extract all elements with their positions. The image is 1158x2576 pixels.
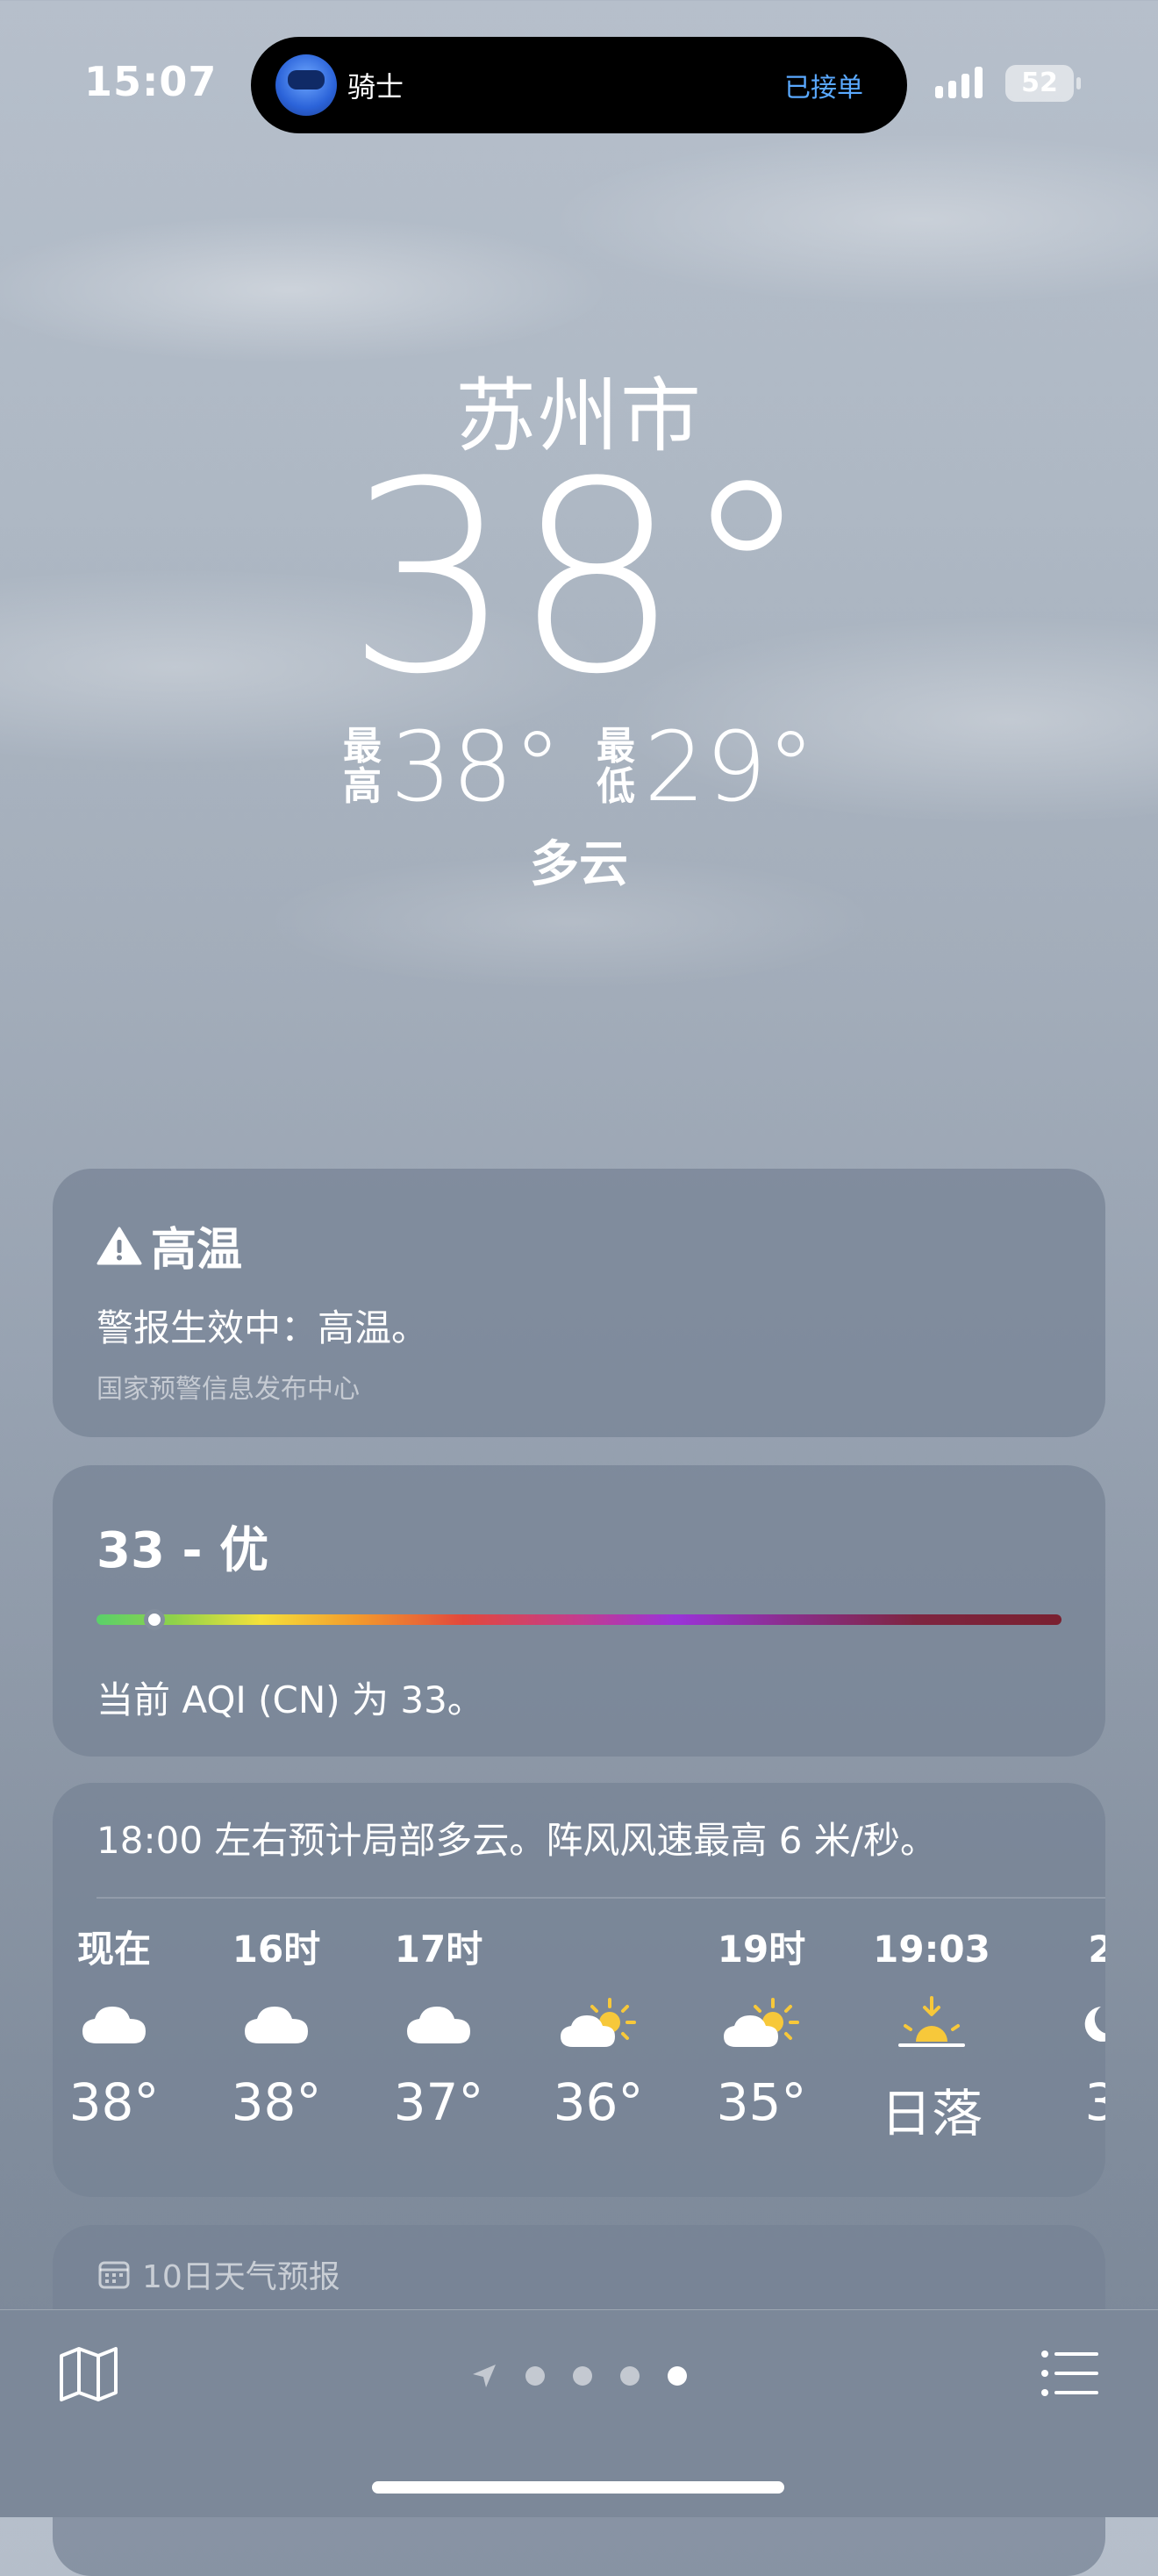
hourly-item: 19时 35° (683, 1914, 840, 2132)
hourly-time-label: 19时 (717, 1928, 806, 1971)
hourly-item: 16时 38° (197, 1914, 355, 2132)
high-label: 最高 (343, 724, 382, 809)
page-dot[interactable] (668, 2366, 687, 2386)
hourly-time-label (519, 1923, 677, 1976)
battery-level: 52 (1021, 68, 1058, 98)
page-dot[interactable] (620, 2366, 640, 2386)
hourly-summary: 18:00 左右预计局部多云。阵风风速最高 6 米/秒。 (96, 1819, 937, 1862)
hourly-item: 23 (1022, 1914, 1105, 2132)
cloud-icon (197, 1976, 355, 2072)
warning-icon (96, 1227, 142, 1264)
hourly-temperature: 38° (231, 2072, 322, 2132)
aqi-indicator-dot (144, 1609, 165, 1630)
current-temperature: 38° (346, 426, 812, 732)
aqi-value: 33 - 优 (96, 1522, 269, 1579)
live-activity-status: 已接单 (784, 73, 863, 104)
hourly-temperature: 3 (1084, 2072, 1105, 2132)
alert-title: 高温 (151, 1224, 243, 1277)
aqi-description: 当前 AQI (CN) 为 33。 (96, 1678, 484, 1721)
hourly-temperature: 日落 (880, 2084, 983, 2143)
hourly-time-label: 现在 (76, 1928, 151, 1971)
air-quality-card[interactable]: 33 - 优 当前 AQI (CN) 为 33。 (53, 1465, 1105, 1757)
aqi-scale-bar (96, 1614, 1062, 1625)
high-temperature: 38° (390, 711, 561, 823)
dynamic-island-live-activity[interactable]: 骑士 已接单 (251, 37, 907, 133)
hourly-item: 36° (519, 1914, 677, 2132)
page-dot[interactable] (573, 2366, 592, 2386)
alert-message: 警报生效中：高温。 (96, 1306, 429, 1349)
hourly-time-label: 19:03 (873, 1928, 990, 1971)
moon-icon (1022, 1976, 1105, 2072)
hourly-time-label: 2 (1088, 1928, 1105, 1971)
hourly-temperature: 36° (553, 2072, 644, 2132)
cloud-icon (360, 1976, 518, 2072)
location-arrow-icon (473, 2365, 496, 2387)
rider-avatar-icon (275, 54, 337, 116)
hourly-item: 现在 38° (53, 1914, 193, 2132)
city-list-button[interactable] (1040, 2349, 1098, 2401)
divider (96, 1897, 1105, 1899)
page-dot[interactable] (525, 2366, 545, 2386)
list-icon (1041, 2351, 1098, 2396)
hourly-item: 19:03 日落 (853, 1914, 1011, 2146)
low-temperature: 29° (644, 711, 815, 823)
alert-title-row: 高温 (96, 1213, 242, 1278)
alert-source: 国家预警信息发布中心 (96, 1374, 360, 1405)
low-label: 最低 (597, 724, 635, 809)
hourly-temperature: 35° (716, 2072, 807, 2132)
severe-weather-alert-card[interactable]: 高温 警报生效中：高温。 国家预警信息发布中心 (53, 1169, 1105, 1437)
hourly-temperature: 38° (68, 2072, 160, 2132)
hourly-scroller[interactable]: 现在 38° 16时 38° 17时 37° 36° 19时 35° 19:03 日落 2 3 (53, 1914, 1105, 2178)
forecast-title: 10日天气预报 (142, 2259, 340, 2295)
status-time: 15:07 (84, 58, 218, 105)
cloud-icon (53, 1976, 193, 2072)
hourly-forecast-card[interactable]: 18:00 左右预计局部多云。阵风风速最高 6 米/秒。 现在 38° 16时 38°… (53, 1783, 1105, 2197)
hourly-temperature: 37° (393, 2072, 484, 2132)
battery-icon: 52 (1005, 65, 1081, 102)
calendar-icon (98, 2261, 130, 2289)
cellular-signal-icon (935, 67, 983, 98)
hourly-time-label: 16时 (232, 1928, 321, 1971)
sunset-icon (853, 1976, 1011, 2072)
forecast-header: 10日天气预报 (98, 2251, 340, 2297)
weather-condition: 多云 (530, 836, 628, 893)
live-activity-app-label: 骑士 (347, 70, 404, 104)
hourly-time-label: 17时 (394, 1928, 483, 1971)
hourly-item: 17时 37° (360, 1914, 518, 2132)
partly-sunny-icon (519, 1976, 677, 2072)
page-indicator[interactable] (0, 2363, 1158, 2389)
partly-sunny-icon (683, 1976, 840, 2072)
high-low-temperatures: 最高 38° 最低 29° (0, 711, 1158, 823)
home-indicator[interactable] (372, 2481, 784, 2494)
